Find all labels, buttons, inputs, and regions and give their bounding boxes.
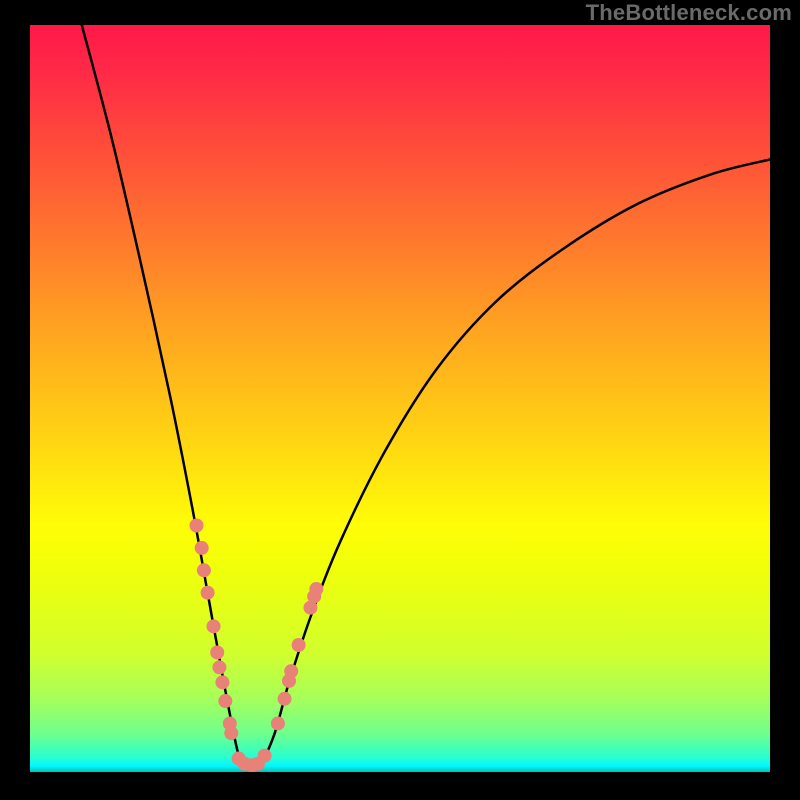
- chart-container: TheBottleneck.com: [0, 0, 800, 800]
- chart-svg: [30, 25, 770, 772]
- marker-dot: [284, 664, 298, 678]
- marker-dot: [278, 692, 292, 706]
- bottleneck-curve: [82, 25, 770, 767]
- marker-dot: [190, 518, 204, 532]
- marker-dot: [223, 716, 237, 730]
- marker-dot: [258, 749, 272, 763]
- marker-dot: [251, 757, 265, 771]
- marker-dot: [207, 619, 221, 633]
- marker-dot: [212, 660, 226, 674]
- marker-dot: [309, 582, 323, 596]
- marker-dot: [197, 563, 211, 577]
- marker-dot: [238, 757, 252, 771]
- highlighted-markers: [190, 518, 324, 772]
- marker-dot: [232, 752, 246, 766]
- marker-dot: [210, 645, 224, 659]
- marker-dot: [201, 586, 215, 600]
- marker-dot: [224, 726, 238, 740]
- marker-dot: [215, 675, 229, 689]
- marker-dot: [271, 716, 285, 730]
- marker-dot: [282, 674, 296, 688]
- marker-dot: [307, 589, 321, 603]
- watermark-text: TheBottleneck.com: [586, 0, 792, 26]
- marker-dot: [245, 758, 259, 772]
- marker-dot: [292, 638, 306, 652]
- marker-dot: [195, 541, 209, 555]
- plot-area: [30, 25, 770, 772]
- marker-dot: [303, 601, 317, 615]
- marker-dot: [218, 694, 232, 708]
